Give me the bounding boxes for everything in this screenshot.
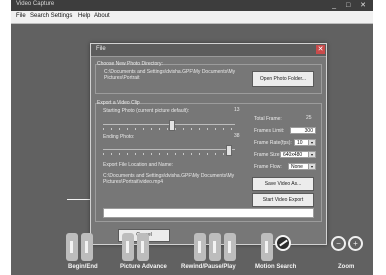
zoom-label: Zoom	[338, 264, 355, 270]
frame-rate-select[interactable]: 10 ▾	[294, 139, 316, 146]
menu-about[interactable]: About	[94, 13, 110, 19]
ending-photo-slider[interactable]	[103, 144, 235, 156]
menu-bar: File Search Settings Help About	[11, 11, 373, 24]
starting-slider-thumb[interactable]	[169, 120, 175, 131]
zoom-in-glyph: +	[353, 239, 358, 248]
ending-photo-value: 38	[234, 133, 240, 139]
starting-photo-slider[interactable]	[103, 119, 235, 131]
frame-size-label: Frame Size:	[254, 152, 281, 158]
zoom-out-icon[interactable]: −	[331, 236, 346, 251]
export-path: C:\Documents and Settings\dvisha.GPF\My …	[103, 173, 235, 185]
dialog-close-button[interactable]: ✕	[316, 45, 325, 54]
frame-rate-label: Frame Rate(fps):	[254, 140, 292, 146]
chevron-down-icon: ▾	[308, 164, 315, 169]
frames-limit-input[interactable]: 300	[290, 127, 316, 134]
pause-button[interactable]	[209, 233, 221, 261]
zoom-out-glyph: −	[336, 239, 341, 248]
dialog-titlebar: File ✕	[91, 44, 326, 57]
motion-search-label: Motion Search	[255, 264, 297, 270]
motion-search-back-button[interactable]	[261, 233, 273, 261]
frame-flow-label: Frame Flow:	[254, 164, 282, 170]
file-dialog: File ✕ Choose New Photo Directory: C:\Do…	[90, 43, 327, 245]
rewind-pause-play-label: Rewind/Pause/Play	[181, 264, 236, 270]
photo-directory-label: Choose New Photo Directory:	[97, 61, 163, 67]
window-titlebar: Video Capture _ □ ✕	[11, 0, 373, 11]
ending-slider-thumb[interactable]	[226, 145, 232, 156]
begin-end-label: Begin/End	[68, 264, 98, 270]
frames-limit-label: Frames Limit:	[254, 128, 285, 134]
menu-help[interactable]: Help	[78, 13, 90, 19]
save-video-as-button[interactable]: Save Video As...	[252, 177, 314, 191]
menu-file[interactable]: File	[16, 13, 26, 19]
frame-size-value: 640x480	[283, 152, 303, 158]
chevron-down-icon: ▾	[308, 140, 315, 145]
open-photo-folder-button[interactable]: Open Photo Folder...	[252, 71, 314, 87]
frame-flow-value: None	[291, 164, 303, 170]
zoom-in-icon[interactable]: +	[348, 236, 363, 251]
menu-search-settings[interactable]: Search Settings	[30, 13, 72, 19]
rewind-button[interactable]	[194, 233, 206, 261]
frame-flow-select[interactable]: None ▾	[288, 163, 316, 170]
window-controls[interactable]: _ □ ✕	[332, 1, 370, 9]
start-video-export-button[interactable]: Start Video Export	[252, 193, 314, 207]
export-location-label: Export File Location and Name:	[103, 162, 174, 168]
window-title: Video Capture	[16, 1, 55, 7]
ending-photo-label: Ending Photo:	[103, 134, 135, 140]
starting-photo-label: Starting Photo (current picture default)…	[103, 108, 190, 114]
frame-size-select[interactable]: 640x480 ▾	[280, 151, 316, 158]
frame-rate-value: 10	[297, 140, 303, 146]
ending-slider-ticks	[103, 153, 235, 155]
begin-button[interactable]	[66, 233, 78, 261]
ending-slider-track	[103, 149, 235, 150]
picture-advance-label: Picture Advance	[120, 264, 167, 270]
export-progress-bar	[103, 208, 314, 218]
total-frames-value: 25	[306, 115, 312, 121]
picture-forward-button[interactable]	[137, 233, 149, 261]
video-clip-label: Export a Video Clip	[97, 100, 140, 106]
motion-search-icon[interactable]	[275, 235, 291, 251]
play-button[interactable]	[224, 233, 236, 261]
chevron-down-icon: ▾	[308, 152, 315, 157]
starting-photo-value: 13	[234, 107, 240, 113]
total-frames-label: Total Frame:	[254, 116, 282, 122]
dialog-title: File	[96, 46, 106, 52]
photo-directory-path: C:\Documents and Settings\dvisha.GPF\My …	[104, 69, 236, 81]
end-button[interactable]	[81, 233, 93, 261]
picture-back-button[interactable]	[122, 233, 134, 261]
app-window: Video Capture _ □ ✕ File Search Settings…	[11, 0, 373, 275]
